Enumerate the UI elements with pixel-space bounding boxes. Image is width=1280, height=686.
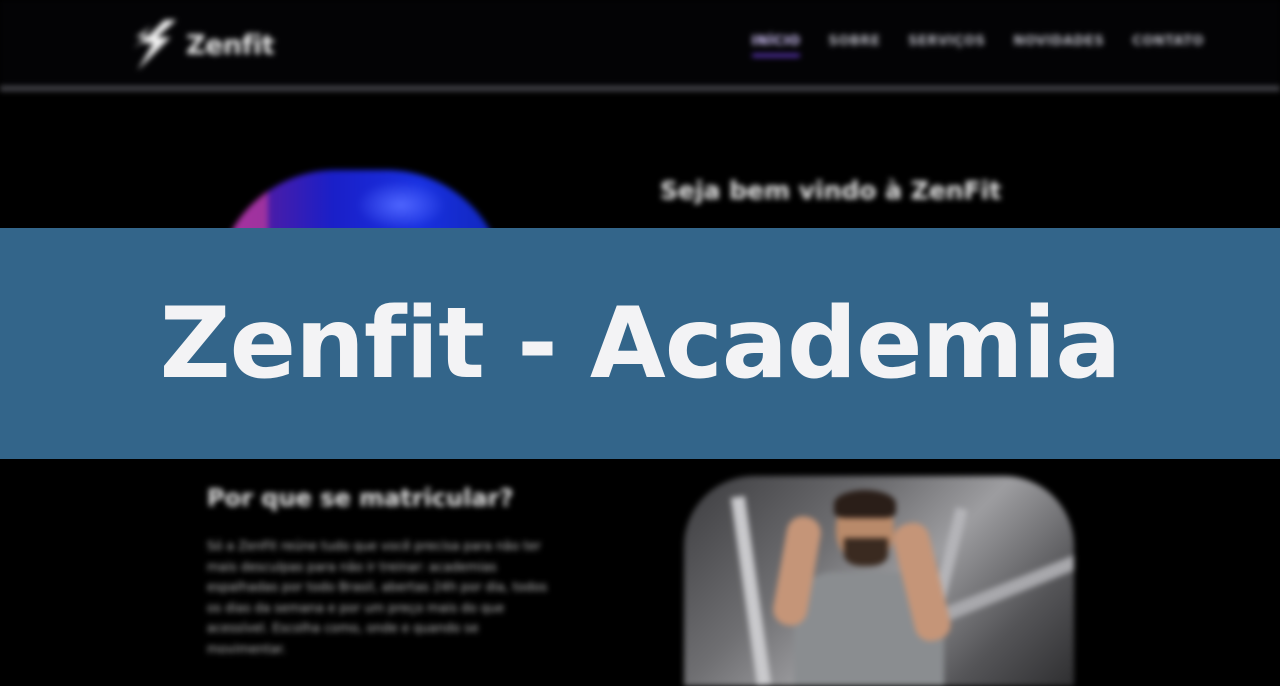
nav-servicos[interactable]: SERVIÇOS [908, 34, 985, 49]
brand-name: Zenfit [186, 29, 275, 61]
nav-novidades[interactable]: NOVIDADES [1013, 34, 1104, 49]
nav-inicio[interactable]: INÍCIO [751, 34, 801, 57]
why-enroll-text: Só a ZenFit reúne tudo que você precisa … [207, 538, 548, 656]
banner-title: Zenfit - Academia [159, 286, 1122, 401]
nav-contato[interactable]: CONTATO [1132, 34, 1204, 49]
brand-logo[interactable]: Zenfit [128, 16, 275, 74]
header-divider [0, 86, 1280, 91]
nav-sobre[interactable]: SOBRE [828, 34, 880, 49]
site-header: Zenfit INÍCIO SOBRE SERVIÇOS NOVIDADES C… [0, 0, 1280, 86]
main-nav: INÍCIO SOBRE SERVIÇOS NOVIDADES CONTATO [751, 34, 1205, 57]
why-enroll-heading: Por que se matricular? [207, 484, 514, 512]
gym-photo [684, 476, 1074, 686]
welcome-heading: Seja bem vindo à ZenFit [660, 176, 1002, 205]
lightning-bolt-icon [133, 19, 177, 71]
title-banner: Zenfit - Academia [0, 228, 1280, 459]
